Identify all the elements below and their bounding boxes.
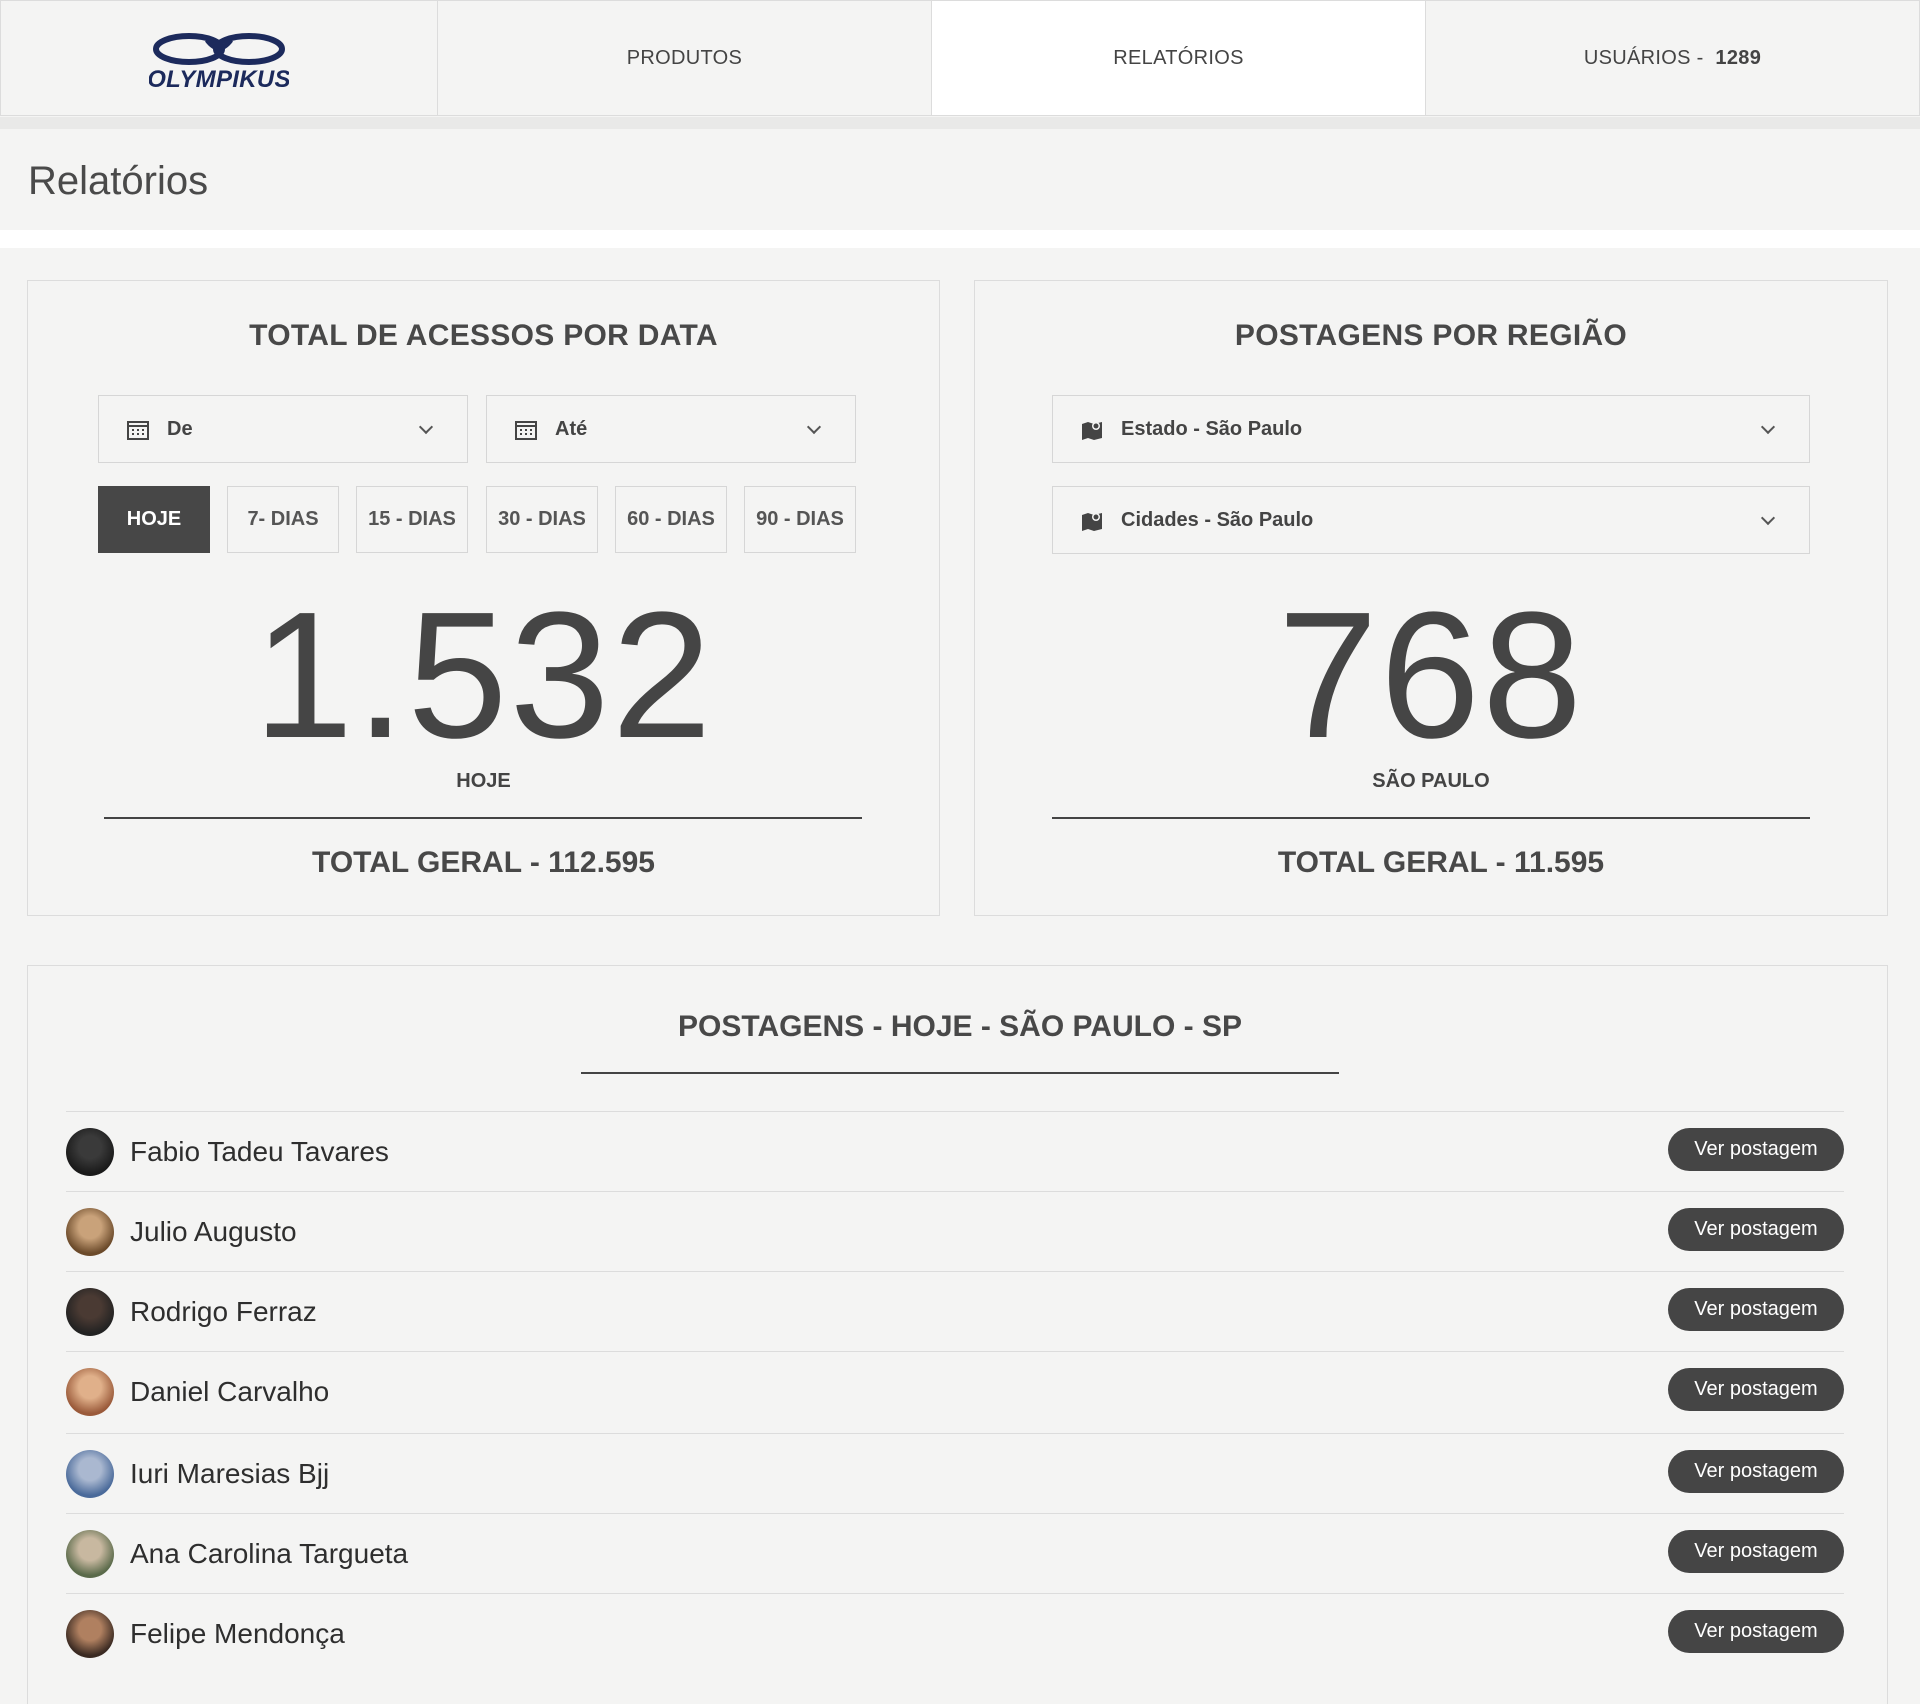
user-name: Daniel Carvalho xyxy=(130,1376,330,1407)
chevron-down-icon xyxy=(806,419,822,435)
date-from-label: De xyxy=(167,418,193,440)
list-item: Fabio Tadeu Tavares Ver postagem xyxy=(66,1111,1844,1191)
nav-item-label: RELATÓRIOS xyxy=(1113,46,1244,69)
users-count: 1289 xyxy=(1715,46,1762,69)
nav-item-label: USUÁRIOS - xyxy=(1583,46,1710,69)
page-title: Relatórios xyxy=(28,159,209,203)
accesses-title: TOTAL DE ACESSOS POR DATA xyxy=(249,319,718,352)
date-from-select[interactable]: De xyxy=(98,395,468,463)
map-pin-icon xyxy=(1082,422,1102,440)
region-value: 768 xyxy=(1277,575,1585,776)
view-post-button[interactable]: Ver postagem xyxy=(1668,1530,1844,1573)
avatar xyxy=(66,1288,114,1336)
accesses-divider xyxy=(104,817,862,819)
user-name: Julio Augusto xyxy=(130,1216,297,1247)
user-name: Ana Carolina Targueta xyxy=(130,1538,409,1569)
accesses-value-label: HOJE xyxy=(456,770,511,792)
view-post-button[interactable]: Ver postagem xyxy=(1668,1128,1844,1171)
view-post-button[interactable]: Ver postagem xyxy=(1668,1450,1844,1493)
view-post-button[interactable]: Ver postagem xyxy=(1668,1610,1844,1653)
list-item: Rodrigo Ferraz Ver postagem xyxy=(66,1271,1844,1351)
view-post-button[interactable]: Ver postagem xyxy=(1668,1368,1844,1411)
chevron-down-icon xyxy=(418,419,434,435)
region-total: TOTAL GERAL - 11.595 xyxy=(1277,846,1605,879)
state-select[interactable]: Estado - São Paulo xyxy=(1052,395,1810,463)
nav-item-produtos[interactable]: PRODUTOS xyxy=(437,0,932,116)
view-post-button[interactable]: Ver postagem xyxy=(1668,1288,1844,1331)
logo-link[interactable]: OLYMPIKUS xyxy=(0,0,438,116)
range-90-dias-button[interactable]: 90 - DIAS xyxy=(744,486,856,553)
posts-title: POSTAGENS - HOJE - SÃO PAULO - SP xyxy=(678,1010,1242,1043)
top-nav: OLYMPIKUS PRODUTOS RELATÓRIOS USUÁRIOS -… xyxy=(0,0,1920,117)
avatar xyxy=(66,1450,114,1498)
accesses-total: TOTAL GERAL - 112.595 xyxy=(312,846,655,879)
list-item: Julio Augusto Ver postagem xyxy=(66,1191,1844,1271)
user-name: Iuri Maresias Bjj xyxy=(130,1458,330,1489)
list-item: Ana Carolina Targueta Ver postagem xyxy=(66,1513,1844,1593)
avatar xyxy=(66,1530,114,1578)
chevron-down-icon xyxy=(1760,419,1776,435)
svg-text:OLYMPIKUS: OLYMPIKUS xyxy=(149,66,289,90)
range-hoje-button[interactable]: HOJE xyxy=(98,486,210,553)
calendar-icon xyxy=(515,421,537,440)
user-name: Fabio Tadeu Tavares xyxy=(130,1136,389,1167)
calendar-icon xyxy=(127,421,149,440)
region-divider xyxy=(1052,817,1810,819)
accesses-card: TOTAL DE ACESSOS POR DATA De Até 1.532 H… xyxy=(27,280,940,916)
list-item: Iuri Maresias Bjj Ver postagem xyxy=(66,1433,1844,1513)
state-label: Estado - São Paulo xyxy=(1121,418,1303,440)
list-item: Daniel Carvalho Ver postagem xyxy=(66,1351,1844,1433)
list-item: Felipe Mendonça Ver postagem xyxy=(66,1593,1844,1673)
region-title: POSTAGENS POR REGIÃO xyxy=(1234,319,1628,352)
range-7-dias-button[interactable]: 7- DIAS xyxy=(227,486,339,553)
nav-item-relatorios[interactable]: RELATÓRIOS xyxy=(931,0,1426,116)
city-label: Cidades - São Paulo xyxy=(1121,509,1314,531)
nav-underline xyxy=(0,117,1920,129)
posts-title-divider xyxy=(581,1072,1339,1074)
avatar xyxy=(66,1128,114,1176)
range-30-dias-button[interactable]: 30 - DIAS xyxy=(486,486,598,553)
date-to-label: Até xyxy=(555,418,588,440)
title-bar: Relatórios xyxy=(0,129,1920,230)
accesses-value: 1.532 xyxy=(253,575,714,776)
date-to-select[interactable]: Até xyxy=(486,395,856,463)
olympikus-logo: OLYMPIKUS xyxy=(149,33,289,90)
chevron-down-icon xyxy=(1760,510,1776,526)
nav-item-usuarios[interactable]: USUÁRIOS - 1289 xyxy=(1425,0,1920,116)
map-pin-icon xyxy=(1082,513,1102,531)
range-15-dias-button[interactable]: 15 - DIAS xyxy=(356,486,468,553)
city-select[interactable]: Cidades - São Paulo xyxy=(1052,486,1810,554)
user-name: Rodrigo Ferraz xyxy=(130,1296,317,1327)
range-60-dias-button[interactable]: 60 - DIAS xyxy=(615,486,727,553)
nav-item-label: PRODUTOS xyxy=(626,46,743,69)
region-value-label: SÃO PAULO xyxy=(1372,770,1490,792)
region-card: POSTAGENS POR REGIÃO Estado - São Paulo … xyxy=(974,280,1888,916)
avatar xyxy=(66,1368,114,1416)
avatar xyxy=(66,1610,114,1658)
user-name: Felipe Mendonça xyxy=(130,1618,345,1649)
avatar xyxy=(66,1208,114,1256)
view-post-button[interactable]: Ver postagem xyxy=(1668,1208,1844,1251)
